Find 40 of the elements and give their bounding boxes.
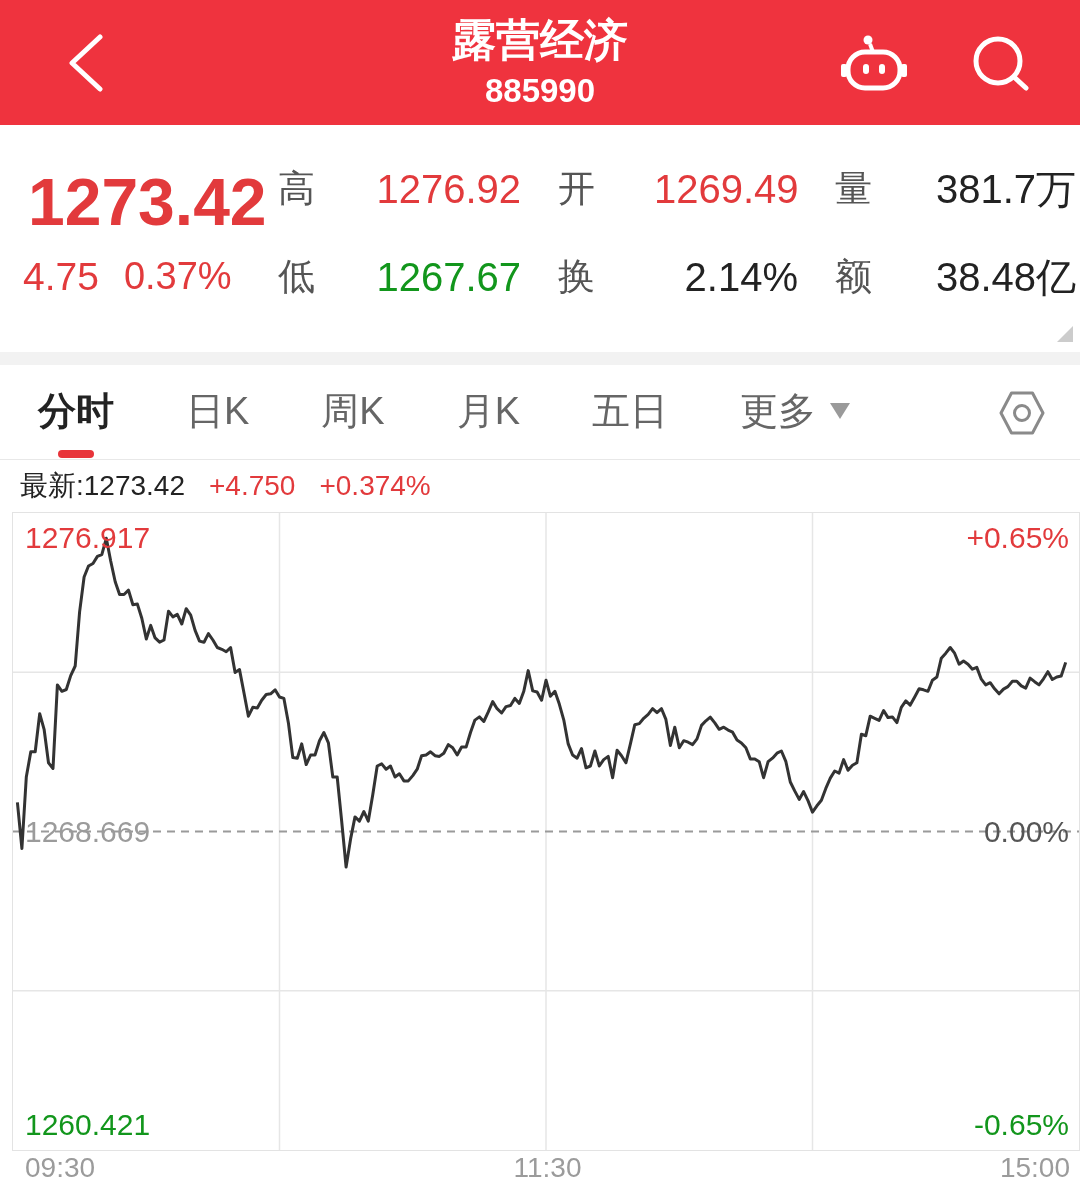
stat-label: 高 [278, 169, 316, 209]
time-axis-label: 11:30 [513, 1153, 582, 1183]
settings-icon[interactable] [999, 390, 1045, 436]
stat-value: 1267.67 [375, 257, 521, 297]
change-percent: 0.37% [123, 257, 232, 295]
stat-value: 1269.49 [654, 169, 798, 209]
stat-value: 38.48亿 [934, 257, 1076, 297]
stat-value: 1276.92 [375, 169, 521, 209]
stock-code: 885990 [484, 71, 596, 110]
latest-change: +4.750 [209, 472, 296, 500]
price-change: 4.75 [23, 257, 99, 296]
price-axis-label: 1268.669 [25, 814, 151, 849]
robot-icon[interactable] [841, 34, 907, 91]
page-title: 露营经济 [452, 15, 628, 64]
last-price: 1273.42 [27, 169, 268, 235]
time-axis-label: 15:00 [999, 1153, 1070, 1183]
tab-underline [58, 450, 94, 458]
chart-tab[interactable]: 周K [321, 389, 385, 433]
stat-label: 开 [557, 169, 596, 209]
chart-tab[interactable]: 日K [186, 389, 250, 433]
stat-label: 量 [834, 169, 873, 209]
stat-value: 2.14% [683, 257, 798, 297]
latest-price: 最新:1273.42 [20, 472, 185, 500]
percent-axis-label: +0.65% [966, 521, 1069, 555]
chart-tab[interactable]: 月K [456, 389, 521, 433]
chart-tab[interactable]: 五日 [592, 389, 669, 433]
percent-axis-label: 0.00% [983, 814, 1069, 849]
stat-label: 额 [834, 257, 873, 297]
price-axis-label: 1276.917 [25, 521, 151, 555]
chart-tab[interactable]: 更多 [740, 389, 851, 433]
stat-label: 低 [278, 257, 316, 297]
stat-value: 381.7万 [934, 169, 1076, 209]
price-axis-label: 1260.421 [25, 1108, 151, 1142]
chart-tab[interactable]: 分时 [38, 389, 114, 458]
percent-axis-label: -0.65% [973, 1108, 1069, 1142]
time-axis-label: 09:30 [25, 1153, 96, 1183]
back-icon[interactable] [68, 33, 104, 92]
search-icon[interactable] [972, 34, 1030, 91]
latest-change-percent: +0.374% [319, 472, 431, 500]
stat-label: 换 [557, 257, 596, 297]
